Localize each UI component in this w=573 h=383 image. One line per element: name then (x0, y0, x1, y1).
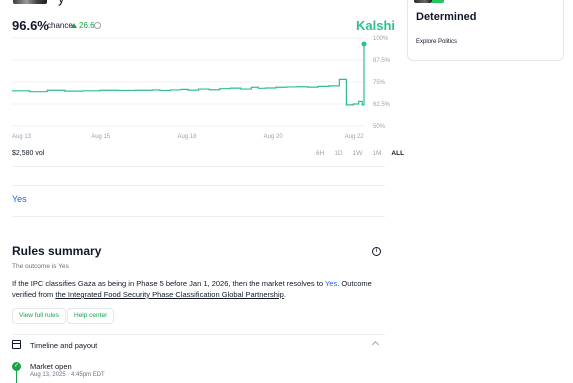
price-chart[interactable]: 100% 87.5% 75% 62.5% 50% Aug 13 Aug 15 Aug 18 A… (12, 32, 390, 142)
delta-value: 26.6 (79, 21, 95, 30)
card-avatar (414, 0, 432, 3)
divider (12, 166, 385, 167)
rules-text-pre: If the IPC classifies Gaza as being in P… (12, 279, 324, 288)
info-icon[interactable]: i (372, 247, 381, 256)
current-price-dot (361, 41, 367, 47)
outcome-yes-tab[interactable]: Yes (12, 194, 27, 204)
view-full-rules-button[interactable]: View full rules (12, 308, 66, 324)
x-tick-label: Aug 18 (177, 134, 197, 140)
volume-label: $2,580 vol (12, 150, 45, 157)
x-tick-label: Aug 13 (12, 134, 32, 140)
x-tick-label: Aug 20 (264, 134, 284, 140)
card-title: Determined (416, 11, 477, 23)
source-link[interactable]: the Integrated Food Security Phase Class… (55, 290, 283, 299)
chance-label: chance (47, 21, 73, 30)
kalshi-logo: Kalshi (356, 18, 396, 33)
up-caret-icon (71, 23, 77, 28)
timeline-title[interactable]: Timeline and payout (30, 341, 97, 350)
range-all[interactable]: ALL (391, 150, 404, 157)
outcome-label: The outcome is Yes (12, 263, 69, 270)
clock-icon[interactable] (94, 22, 101, 29)
divider (12, 216, 385, 217)
x-tick-label: Aug 15 (91, 134, 111, 140)
range-1m[interactable]: 1M (372, 150, 381, 157)
rules-summary-title: Rules summary (12, 244, 102, 258)
check-icon: ✓ (12, 362, 21, 371)
calendar-icon (12, 340, 21, 349)
timeline-event-time: Aug 13, 2025 · 4:45pm EDT (30, 372, 105, 378)
x-tick-label: Aug 22 (345, 134, 365, 140)
rules-text: If the IPC classifies Gaza as being in P… (12, 278, 382, 300)
chance-delta: 26.6 (71, 21, 95, 30)
market-title-fragment: y (58, 0, 65, 6)
timeline-line (16, 371, 17, 383)
range-1d[interactable]: 1D (334, 150, 342, 157)
price-line (12, 43, 365, 106)
related-card[interactable] (407, 0, 564, 61)
timeline-event: Market open (30, 362, 72, 371)
help-center-button[interactable]: Help center (67, 308, 115, 324)
y-tick-label: 87.5% (373, 58, 390, 64)
divider (12, 185, 385, 186)
y-tick-label: 100% (373, 36, 389, 42)
divider (12, 334, 385, 335)
y-tick-label: 62.5% (373, 102, 390, 108)
chance-value: 96.6% (12, 18, 49, 33)
y-tick-label: 50% (373, 124, 386, 130)
rules-yes-link[interactable]: Yes (325, 279, 337, 288)
explore-politics-link[interactable]: Explore Politics (416, 39, 457, 45)
chevron-up-icon[interactable] (371, 340, 380, 349)
rules-text-end: . (283, 290, 286, 299)
card-avatar-accent (432, 0, 444, 3)
market-thumbnail (13, 0, 47, 4)
time-range-selector: 6H 1D 1W 1M ALL (316, 150, 404, 157)
y-tick-label: 75% (373, 80, 386, 86)
range-1w[interactable]: 1W (353, 150, 363, 157)
range-6h[interactable]: 6H (316, 150, 324, 157)
